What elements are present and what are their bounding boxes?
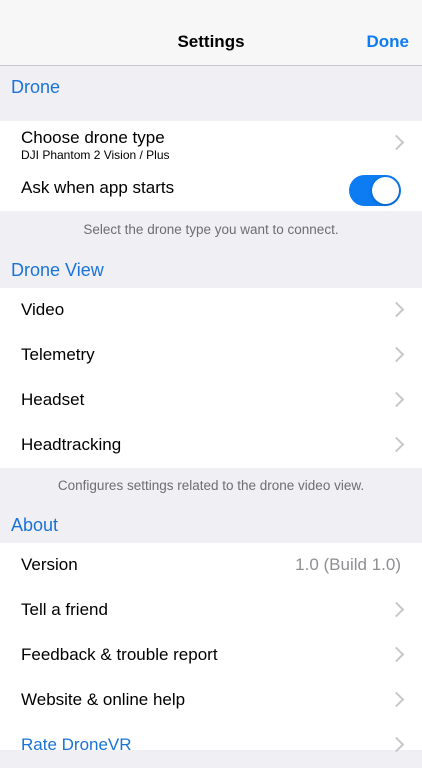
choose-drone-type-subtitle: DJI Phantom 2 Vision / Plus xyxy=(21,148,170,162)
page-title: Settings xyxy=(177,32,245,51)
drone-section-footer: Select the drone type you want to connec… xyxy=(83,222,339,237)
ask-when-app-starts-row: Ask when app starts xyxy=(0,166,422,211)
about-item-website[interactable]: Website & online help xyxy=(0,678,422,723)
section-header-about: About xyxy=(11,515,59,535)
about-item-feedback[interactable]: Feedback & trouble report xyxy=(0,633,422,678)
about-item-label: Tell a friend xyxy=(21,600,108,619)
drone-view-item-headset[interactable]: Headset xyxy=(0,378,422,423)
about-item-label: Feedback & trouble report xyxy=(21,645,218,664)
drone-view-group: Video Telemetry Headset Headtracking xyxy=(0,288,422,468)
about-group: Version 1.0 (Build 1.0) Tell a friend Fe… xyxy=(0,543,422,754)
drone-view-item-label: Telemetry xyxy=(21,345,95,364)
drone-view-item-video[interactable]: Video xyxy=(0,288,422,333)
about-item-rate[interactable]: Rate DroneVR xyxy=(0,723,422,768)
version-row: Version 1.0 (Build 1.0) xyxy=(0,543,422,588)
chevron-right-icon xyxy=(388,601,405,618)
section-header-drone-view: Drone View xyxy=(11,260,104,280)
chevron-right-icon xyxy=(388,301,405,318)
chevron-right-icon xyxy=(388,346,405,363)
ask-when-app-starts-toggle[interactable] xyxy=(349,175,401,206)
version-label: Version xyxy=(21,555,78,574)
section-header-drone: Drone xyxy=(11,77,61,97)
version-value: 1.0 (Build 1.0) xyxy=(295,555,401,574)
drone-view-item-headtracking[interactable]: Headtracking xyxy=(0,423,422,468)
about-item-tell-a-friend[interactable]: Tell a friend xyxy=(0,588,422,633)
choose-drone-type-row[interactable]: Choose drone type DJI Phantom 2 Vision /… xyxy=(0,121,422,166)
choose-drone-type-label: Choose drone type xyxy=(21,128,165,147)
drone-group: Choose drone type DJI Phantom 2 Vision /… xyxy=(0,121,422,211)
toggle-knob xyxy=(372,177,399,204)
ask-when-app-starts-label: Ask when app starts xyxy=(21,178,175,197)
drone-view-section-footer: Configures settings related to the drone… xyxy=(57,478,365,493)
chevron-right-icon xyxy=(388,134,405,151)
chevron-right-icon xyxy=(388,391,405,408)
chevron-right-icon xyxy=(388,646,405,663)
drone-view-item-label: Headtracking xyxy=(21,435,122,454)
drone-view-item-label: Video xyxy=(21,300,65,319)
drone-view-item-label: Headset xyxy=(21,390,85,409)
about-item-label: Rate DroneVR xyxy=(21,735,132,754)
chevron-right-icon xyxy=(388,436,405,453)
drone-view-item-telemetry[interactable]: Telemetry xyxy=(0,333,422,378)
chevron-right-icon xyxy=(388,691,405,708)
nav-bar: Settings Done xyxy=(0,0,422,66)
about-item-label: Website & online help xyxy=(21,690,186,709)
done-button[interactable]: Done xyxy=(367,32,410,52)
